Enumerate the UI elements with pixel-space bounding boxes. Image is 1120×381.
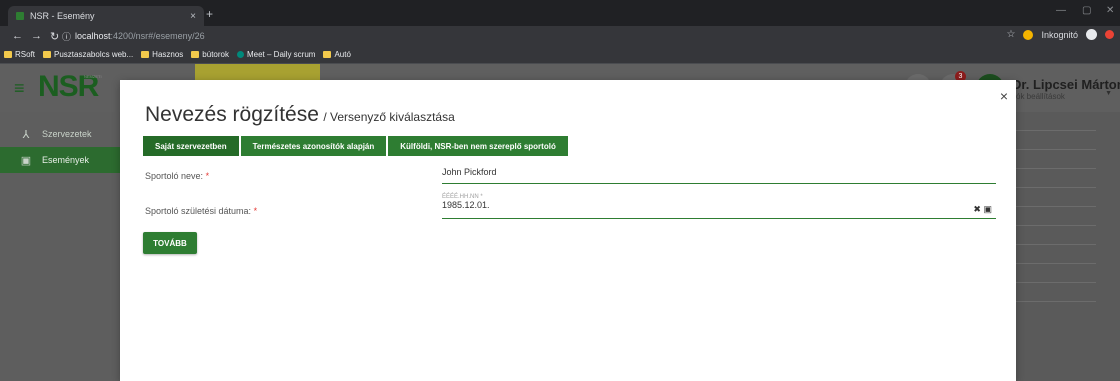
user-settings-link[interactable]: ók beállítások (1016, 92, 1065, 101)
athlete-dob-value: 1985.12.01. (442, 200, 490, 210)
bookmark-auto[interactable]: Autó (323, 50, 351, 59)
browser-tabstrip: NSR - Esemény × + — ▢ ✕ (0, 0, 1120, 26)
athlete-dob-field[interactable]: ÉÉÉÉ.HH.NN * 1985.12.01. ✖ ▣ (442, 194, 996, 219)
sidebar: ⅄ Szervezetek ▣ Események (0, 112, 120, 381)
new-tab-icon[interactable]: + (206, 7, 213, 21)
extension-red-icon[interactable] (1105, 30, 1114, 39)
dialog-title: Nevezés rögzítése / Versenyző kiválasztá… (145, 103, 455, 127)
browser-tab-title: NSR - Esemény (30, 11, 95, 21)
dialog-subtitle: / Versenyző kiválasztása (323, 110, 455, 124)
restore-icon[interactable]: ▢ (1082, 5, 1091, 16)
bookmark-label: Hasznos (152, 50, 184, 59)
background-list (1016, 112, 1096, 302)
back-icon[interactable]: ← (12, 30, 23, 42)
tab-foreign-athlete[interactable]: Külföldi, NSR-ben nem szereplő sportoló (388, 136, 568, 156)
incognito-label: Inkognitó (1041, 29, 1078, 40)
browser-tab[interactable]: NSR - Esemény × (8, 6, 204, 26)
url-path: :4200/nsr#/esemeny/26 (110, 31, 205, 41)
athlete-name-label-text: Sportoló neve: (145, 171, 204, 181)
browser-toolbar: ← → ↻ ⓘ localhost:4200/nsr#/esemeny/26 ☆… (0, 26, 1120, 46)
athlete-name-field[interactable]: John Pickford (442, 167, 996, 184)
org-icon: ⅄ (22, 128, 30, 141)
next-button[interactable]: TOVÁBB (143, 232, 197, 254)
bookmark-rsoft[interactable]: RSoft (4, 50, 35, 59)
folder-icon (323, 51, 332, 58)
sidebar-item-szervezetek[interactable]: ⅄ Szervezetek (0, 121, 120, 147)
logo-subtitle: NEMZETI (84, 74, 102, 79)
dob-field-icons: ✖ ▣ (973, 204, 992, 215)
calendar-icon[interactable]: ▣ (983, 204, 992, 214)
bookmark-meet[interactable]: Meet – Daily scrum (236, 50, 316, 59)
window-close-icon[interactable]: ✕ (1106, 5, 1114, 16)
bookmark-label: Meet – Daily scrum (246, 50, 316, 59)
bookmark-hasznos[interactable]: Hasznos (141, 50, 183, 59)
address-bar[interactable]: ⓘ localhost:4200/nsr#/esemeny/26 (62, 28, 972, 44)
toolbar-right: ☆ Inkognitó (1007, 29, 1114, 40)
athlete-dob-label-text: Sportoló születési dátuma: (145, 206, 252, 216)
app-area: ≡ NSR NEMZETI 3 Dr. Lipcsei Márton ók be… (0, 64, 1120, 381)
user-name[interactable]: Dr. Lipcsei Márton (1012, 77, 1120, 92)
clear-icon[interactable]: ✖ (973, 204, 981, 214)
required-mark: * (253, 206, 258, 216)
tab-own-organization[interactable]: Saját szervezetben (143, 136, 239, 156)
bookmark-pusztaszabolcs[interactable]: Pusztaszabolcs web... (43, 50, 133, 59)
minimize-icon[interactable]: — (1056, 5, 1066, 16)
dialog-title-main: Nevezés rögzítése (145, 103, 319, 126)
bookmarks-bar: RSoft Pusztaszabolcs web... Hasznos búto… (0, 46, 1120, 64)
folder-icon (43, 51, 52, 58)
folder-icon (141, 51, 150, 58)
tab-natural-identifiers[interactable]: Természetes azonosítók alapján (240, 136, 387, 156)
bookmark-label: RSoft (15, 50, 36, 59)
meet-icon (236, 51, 244, 58)
extension-icon[interactable] (1023, 29, 1034, 40)
url-host: localhost (75, 31, 111, 41)
forward-icon[interactable]: → (31, 30, 42, 42)
dialog-tabs: Saját szervezetben Természetes azonosító… (143, 136, 568, 156)
bookmark-label: bútorok (202, 50, 229, 59)
bookmark-label: Autó (334, 50, 351, 59)
folder-icon (191, 51, 200, 58)
tab-close-icon[interactable]: × (190, 11, 196, 22)
chevron-down-icon[interactable]: ▼ (1105, 90, 1112, 97)
star-icon[interactable]: ☆ (1007, 29, 1016, 40)
athlete-name-value: John Pickford (442, 167, 497, 177)
sidebar-item-esemenyek[interactable]: ▣ Események (0, 147, 120, 173)
athlete-dob-label: Sportoló születési dátuma: * (145, 206, 257, 216)
calendar-icon: ▣ (20, 154, 32, 167)
athlete-name-label: Sportoló neve: * (145, 171, 209, 181)
nsr-favicon-icon (16, 12, 24, 20)
menu-icon[interactable]: ≡ (14, 78, 25, 99)
bookmark-butorok[interactable]: bútorok (191, 50, 229, 59)
bookmark-label: Pusztaszabolcs web... (54, 50, 134, 59)
incognito-avatar-icon[interactable] (1086, 29, 1097, 40)
info-icon[interactable]: ⓘ (62, 30, 71, 43)
reload-icon[interactable]: ↻ (50, 30, 59, 43)
required-mark: * (205, 171, 210, 181)
sidebar-item-label: Események (42, 155, 90, 165)
close-icon[interactable]: × (1000, 88, 1008, 104)
entry-dialog: × Nevezés rögzítése / Versenyző kiválasz… (120, 80, 1016, 381)
sidebar-item-label: Szervezetek (42, 129, 92, 139)
folder-icon (4, 51, 12, 58)
